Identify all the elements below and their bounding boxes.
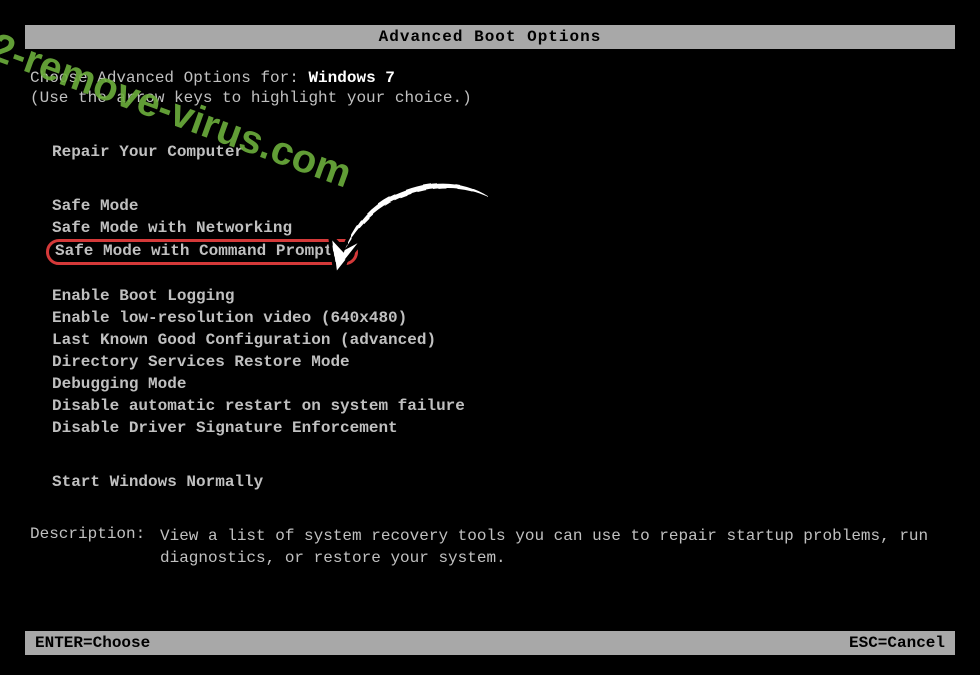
footer-esc: ESC=Cancel <box>849 634 945 652</box>
description-label: Description: <box>30 525 160 543</box>
menu-repair-computer[interactable]: Repair Your Computer <box>30 141 950 163</box>
menu-safe-mode-networking[interactable]: Safe Mode with Networking <box>30 217 950 239</box>
footer-bar: ENTER=Choose ESC=Cancel <box>25 631 955 655</box>
menu-safe-mode-cmd[interactable]: Safe Mode with Command Prompt <box>46 239 358 265</box>
prompt-label: Choose Advanced Options for: <box>30 69 308 87</box>
description-block: Description: View a list of system recov… <box>30 525 950 570</box>
menu-boot-logging[interactable]: Enable Boot Logging <box>30 285 950 307</box>
menu-directory-restore[interactable]: Directory Services Restore Mode <box>30 351 950 373</box>
menu-disable-driver-sig[interactable]: Disable Driver Signature Enforcement <box>30 417 950 439</box>
menu-safe-mode[interactable]: Safe Mode <box>30 195 950 217</box>
title-bar: Advanced Boot Options <box>25 25 955 49</box>
menu-debugging[interactable]: Debugging Mode <box>30 373 950 395</box>
screen-title: Advanced Boot Options <box>379 28 602 46</box>
menu-low-res[interactable]: Enable low-resolution video (640x480) <box>30 307 950 329</box>
menu-disable-restart[interactable]: Disable automatic restart on system fail… <box>30 395 950 417</box>
footer-enter: ENTER=Choose <box>35 634 150 652</box>
main-content: Choose Advanced Options for: Windows 7 (… <box>0 49 980 590</box>
os-name: Windows 7 <box>308 69 394 87</box>
choose-prompt: Choose Advanced Options for: Windows 7 <box>30 69 950 87</box>
menu-last-known-good[interactable]: Last Known Good Configuration (advanced) <box>30 329 950 351</box>
menu-start-normally[interactable]: Start Windows Normally <box>30 471 950 493</box>
description-text: View a list of system recovery tools you… <box>160 525 950 570</box>
hint-line: (Use the arrow keys to highlight your ch… <box>30 89 950 107</box>
